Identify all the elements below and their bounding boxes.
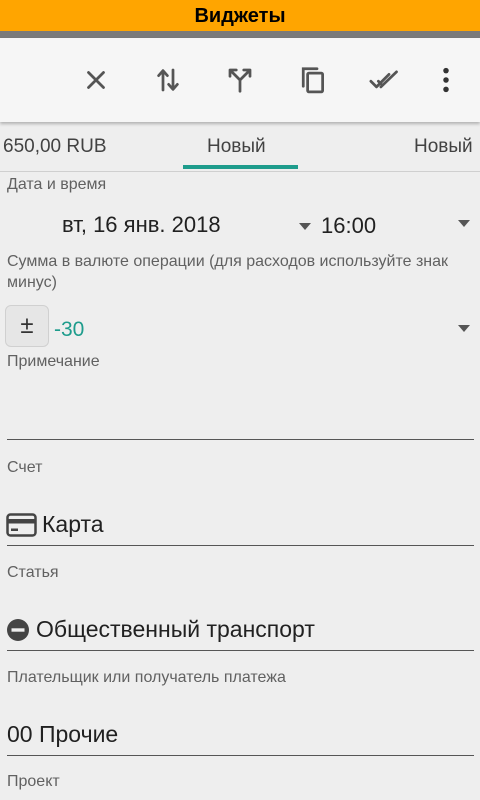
amount-input[interactable]: -30 [54, 318, 84, 342]
credit-card-icon [6, 513, 37, 537]
note-underline [7, 439, 474, 440]
title-bar-divider [0, 31, 480, 38]
date-dropdown-arrow[interactable] [299, 223, 311, 230]
category-label: Статья [7, 564, 59, 581]
tab-new-active[interactable]: Новый [207, 136, 266, 158]
minus-circle-icon [7, 619, 29, 641]
window-title-bar: Виджеты [0, 0, 480, 31]
close-button[interactable] [76, 60, 116, 100]
done-all-icon [369, 70, 398, 89]
amount-dropdown-arrow[interactable] [458, 325, 470, 332]
copy-icon [301, 67, 324, 94]
sign-toggle-button[interactable]: ± [5, 305, 49, 347]
account-label: Счет [7, 459, 43, 476]
more-vert-icon [443, 67, 449, 93]
payee-label: Плательщик или получатель платежа [7, 669, 286, 686]
more-options-button[interactable] [426, 60, 466, 100]
close-icon [87, 71, 105, 89]
note-label: Примечание [7, 353, 100, 370]
date-picker[interactable]: вт, 16 янв. 2018 [62, 212, 221, 238]
note-input[interactable] [7, 395, 474, 435]
payee-selector[interactable]: 00 Прочие [7, 721, 118, 748]
datetime-label: Дата и время [7, 176, 107, 193]
amount-label: Сумма в валюте операции (для расходов ис… [7, 253, 449, 291]
category-underline [7, 650, 474, 651]
payee-underline [7, 755, 474, 756]
split-button[interactable] [220, 60, 260, 100]
project-label: Проект [7, 773, 60, 790]
window-title: Виджеты [194, 5, 286, 27]
time-picker[interactable]: 16:00 [321, 213, 376, 239]
action-toolbar [0, 38, 480, 122]
active-tab-indicator [183, 165, 298, 169]
category-selector[interactable]: Общественный транспорт [36, 616, 315, 643]
swap-vert-icon [157, 68, 179, 92]
tab-new-next[interactable]: Новый [414, 136, 473, 158]
done-all-button[interactable] [364, 60, 404, 100]
call-split-icon [228, 68, 252, 93]
tab-amount[interactable]: 650,00 RUB [3, 136, 107, 158]
account-selector[interactable]: Карта [42, 511, 104, 538]
swap-button[interactable] [148, 60, 188, 100]
account-underline [7, 545, 474, 546]
transaction-tabs: 650,00 RUB Новый Новый [0, 124, 480, 172]
time-dropdown-arrow[interactable] [458, 220, 470, 227]
copy-button[interactable] [292, 60, 332, 100]
